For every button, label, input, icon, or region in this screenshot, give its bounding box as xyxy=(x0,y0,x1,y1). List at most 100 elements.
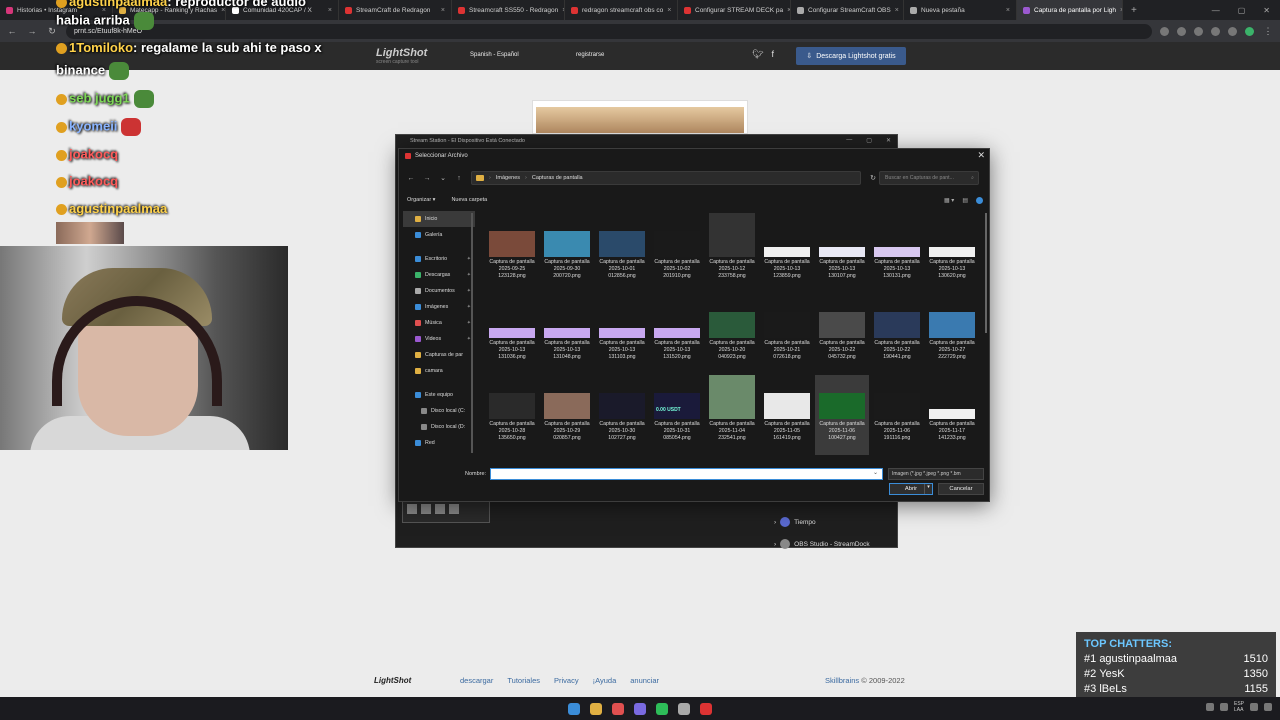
file-item[interactable]: Captura de pantalla 2025-10-30 102727.png xyxy=(595,375,649,455)
tab-close-icon[interactable]: × xyxy=(1006,7,1010,14)
filename-input[interactable] xyxy=(490,468,883,480)
nav-item[interactable]: Descargas ✦ xyxy=(403,267,475,283)
browser-menu-icon[interactable]: ⋮ xyxy=(1262,26,1274,37)
register-link[interactable]: registrarse xyxy=(576,52,604,58)
file-item[interactable]: Captura de pantalla 2025-10-13 131103.png xyxy=(595,294,649,374)
tab-close-icon[interactable]: × xyxy=(667,7,671,14)
maximize-icon[interactable]: ▢ xyxy=(1238,6,1246,15)
forward-icon[interactable]: → xyxy=(26,26,38,36)
file-item[interactable]: Captura de pantalla 2025-09-30 200720.png xyxy=(540,213,594,293)
forward-icon[interactable]: → xyxy=(423,175,431,182)
browser-tab[interactable]: redragon streamcraft obs co × xyxy=(565,0,678,20)
new-tab-button[interactable]: + xyxy=(1123,5,1145,16)
cancel-button[interactable]: Cancelar xyxy=(938,483,984,495)
breadcrumb-item[interactable]: Imágenes xyxy=(496,175,520,181)
breadcrumb-item[interactable]: Capturas de pantalla xyxy=(532,175,583,181)
file-item[interactable]: Captura de pantalla 2025-10-13 123859.png xyxy=(760,213,814,293)
file-item[interactable]: Captura de pantalla 2025-10-13 131520.png xyxy=(650,294,704,374)
tab-close-icon[interactable]: × xyxy=(328,7,332,14)
spotify-icon[interactable] xyxy=(656,702,668,715)
url-field[interactable]: prnt.sc/Etuuf8k-hMeO xyxy=(66,23,1152,39)
cast-icon[interactable] xyxy=(1177,26,1186,36)
file-item[interactable]: Captura de pantalla 2025-11-06 100427.png xyxy=(815,375,869,455)
up-icon[interactable]: ↑ xyxy=(455,175,463,182)
browser-tab[interactable]: Configurar STREAM DECK pa × xyxy=(678,0,791,20)
nav-item[interactable]: Disco local (D: xyxy=(403,419,475,435)
language-selector[interactable]: Spanish - Español xyxy=(470,52,519,58)
wifi-icon[interactable] xyxy=(1250,703,1258,711)
grid-scrollbar[interactable] xyxy=(985,213,987,333)
downloads-icon[interactable] xyxy=(1228,26,1237,36)
tray-icon[interactable] xyxy=(1219,703,1228,711)
footer-link[interactable]: descargar xyxy=(460,676,493,685)
footer-link[interactable]: ¡Ayuda xyxy=(593,676,617,685)
help-icon[interactable] xyxy=(976,196,983,204)
browser-tab[interactable]: Configurar StreamCraft OBS × xyxy=(791,0,904,20)
minimize-icon[interactable]: — xyxy=(1212,6,1220,15)
file-item[interactable]: Captura de pantalla 2025-10-01 012856.png xyxy=(595,213,649,293)
file-explorer-icon[interactable] xyxy=(590,702,602,715)
file-item[interactable]: Captura de pantalla 2025-10-27 222729.png xyxy=(925,294,979,374)
refresh-icon[interactable]: ↻ xyxy=(869,174,877,182)
windows-start-icon[interactable] xyxy=(568,702,580,715)
volume-icon[interactable] xyxy=(1264,703,1272,711)
deck-preview[interactable] xyxy=(402,499,490,523)
nav-item[interactable]: camara xyxy=(403,363,475,379)
preview-pane-icon[interactable]: ▤ xyxy=(962,197,968,204)
file-item[interactable]: Captura de pantalla 2025-11-17 141233.png xyxy=(925,375,979,455)
close-window-icon[interactable]: ✕ xyxy=(1263,6,1270,15)
file-item[interactable]: Captura de pantalla 2025-10-22 045732.png xyxy=(815,294,869,374)
chevron-down-icon[interactable]: ▾ xyxy=(924,484,932,494)
file-item[interactable]: Captura de pantalla 2025-10-13 131036.png xyxy=(485,294,539,374)
file-item[interactable]: Captura de pantalla 2025-10-20 040923.png xyxy=(705,294,759,374)
plugin-item-obs[interactable]: › OBS Studio - StreamDock xyxy=(774,539,870,549)
tray-icon[interactable] xyxy=(1205,703,1214,711)
file-item[interactable]: Captura de pantalla 2025-10-21 072618.png xyxy=(760,294,814,374)
nav-item[interactable]: Inicio xyxy=(403,211,475,227)
nav-item[interactable]: Galería xyxy=(403,227,475,243)
open-button[interactable]: Abrir ▾ xyxy=(889,483,933,495)
new-folder-button[interactable]: Nueva carpeta xyxy=(451,197,487,203)
file-item[interactable]: Captura de pantalla 2025-10-02 201910.png xyxy=(650,213,704,293)
chrome-icon[interactable] xyxy=(612,702,624,715)
nav-item[interactable]: Música ✦ xyxy=(403,315,475,331)
filetype-select[interactable]: Imagen (*.jpg *.jpeg *.png *.bm xyxy=(888,468,984,480)
language-indicator[interactable]: ESP LAA xyxy=(1234,701,1244,713)
skillbrains-link[interactable]: Skillbrains xyxy=(825,676,859,685)
plugin-item-tiempo[interactable]: › Tiempo xyxy=(774,517,816,527)
organize-button[interactable]: Organizar ▾ xyxy=(407,197,435,203)
file-item[interactable]: Captura de pantalla 2025-11-04 232541.png xyxy=(705,375,759,455)
browser-tab[interactable]: StreamCraft de Redragon × xyxy=(339,0,452,20)
zoom-icon[interactable] xyxy=(1160,26,1169,36)
file-item[interactable]: 0.00 USDT Captura de pantalla 2025-10-31 0… xyxy=(650,375,704,455)
chevron-down-icon[interactable]: ⌄ xyxy=(873,469,878,476)
back-icon[interactable]: ← xyxy=(407,175,415,182)
breadcrumb[interactable]: › Imágenes › Capturas de pantalla xyxy=(471,171,861,185)
nav-item[interactable]: Escritorio ✦ xyxy=(403,251,475,267)
extensions-icon[interactable] xyxy=(1211,26,1220,36)
file-item[interactable]: Captura de pantalla 2025-09-25 123128.png xyxy=(485,213,539,293)
download-lightshot-button[interactable]: ⇩ Descarga Lightshot gratis xyxy=(796,47,906,65)
nav-item[interactable]: Disco local (C: xyxy=(403,403,475,419)
file-item[interactable]: Captura de pantalla 2025-10-13 130620.png xyxy=(925,213,979,293)
file-item[interactable]: Captura de pantalla 2025-10-22 190441.png xyxy=(870,294,924,374)
chevron-down-icon[interactable]: ⌄ xyxy=(439,174,447,182)
nav-item[interactable]: Este equipo xyxy=(403,387,475,403)
browser-tab[interactable]: Nueva pestaña × xyxy=(904,0,1017,20)
minimize-icon[interactable]: — xyxy=(846,137,852,144)
view-mode-icon[interactable]: ▦ ▾ xyxy=(944,197,954,204)
file-item[interactable]: Captura de pantalla 2025-10-13 130131.png xyxy=(870,213,924,293)
back-icon[interactable]: ← xyxy=(6,26,18,36)
footer-link[interactable]: Privacy xyxy=(554,676,579,685)
maximize-icon[interactable]: ▢ xyxy=(866,137,872,144)
file-item[interactable]: Captura de pantalla 2025-10-12 233758.png xyxy=(705,213,759,293)
browser-tab[interactable]: Captura de pantalla por Ligh× xyxy=(1017,0,1123,20)
tab-close-icon[interactable]: × xyxy=(895,7,899,14)
redragon-app-icon[interactable] xyxy=(700,702,712,715)
nav-item[interactable]: Capturas de par xyxy=(403,347,475,363)
file-item[interactable]: Captura de pantalla 2025-10-13 131048.png xyxy=(540,294,594,374)
facebook-icon[interactable]: f xyxy=(771,49,774,60)
lightshot-logo[interactable]: LightShot screen capture tool xyxy=(376,47,427,65)
footer-logo[interactable]: LightShot xyxy=(374,676,411,685)
tab-close-icon[interactable]: × xyxy=(441,7,445,14)
